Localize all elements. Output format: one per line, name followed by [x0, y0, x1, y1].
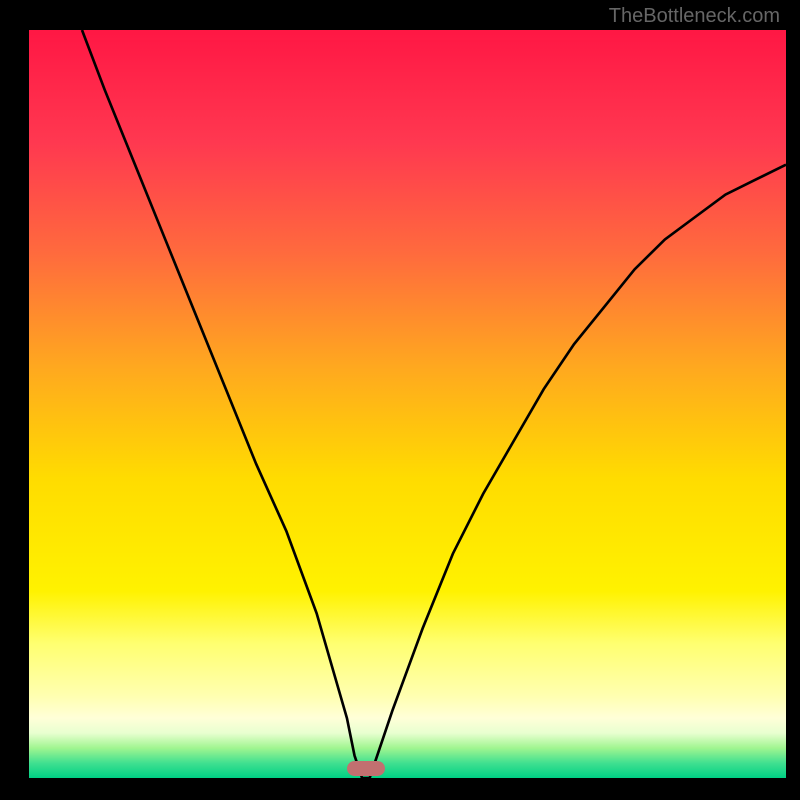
chart-plot-area	[29, 30, 786, 778]
bottleneck-curve	[29, 30, 786, 778]
watermark-text: TheBottleneck.com	[609, 5, 780, 28]
minimum-marker	[347, 761, 385, 776]
